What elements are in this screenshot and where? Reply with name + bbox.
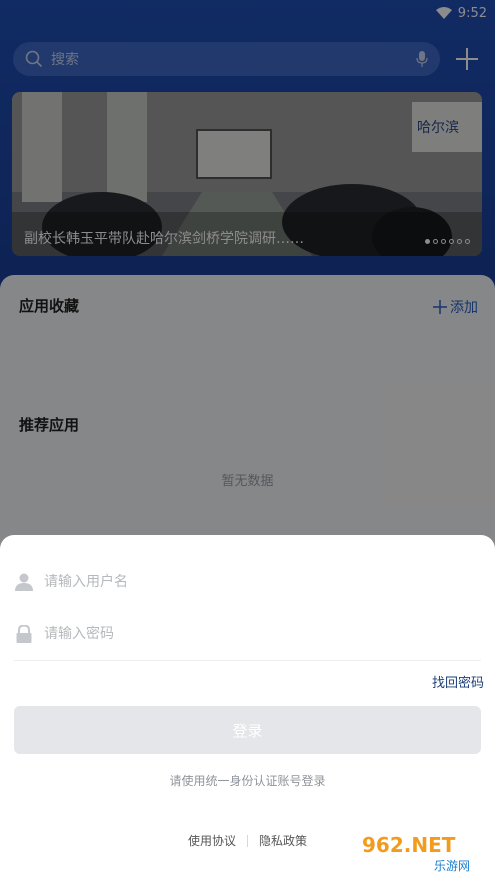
password-field[interactable] xyxy=(14,609,481,659)
forgot-password-link[interactable]: 找回密码 xyxy=(432,672,484,691)
watermark-text: 962.NET xyxy=(362,833,456,857)
lock-icon xyxy=(16,625,32,643)
password-input[interactable] xyxy=(42,625,446,643)
link-separator xyxy=(247,834,248,847)
app-screen: 9:52 搜索 哈尔滨 副校长韩玉平带队赴哈尔滨剑桥学院调研…… 应用收藏 添加… xyxy=(0,0,495,880)
user-icon xyxy=(15,573,33,591)
privacy-link[interactable]: 隐私政策 xyxy=(259,832,307,849)
watermark-subtext: 乐游网 xyxy=(434,859,470,873)
terms-link[interactable]: 使用协议 xyxy=(188,832,236,849)
username-input[interactable] xyxy=(42,573,446,591)
login-hint: 请使用统一身份认证账号登录 xyxy=(169,774,326,788)
username-field[interactable] xyxy=(14,557,481,607)
login-sheet: 找回密码 登录 请使用统一身份认证账号登录 使用协议 隐私政策 xyxy=(0,535,495,880)
field-divider xyxy=(14,660,481,661)
site-watermark: 962.NET 乐游网 xyxy=(356,830,488,874)
login-button[interactable]: 登录 xyxy=(14,706,481,754)
